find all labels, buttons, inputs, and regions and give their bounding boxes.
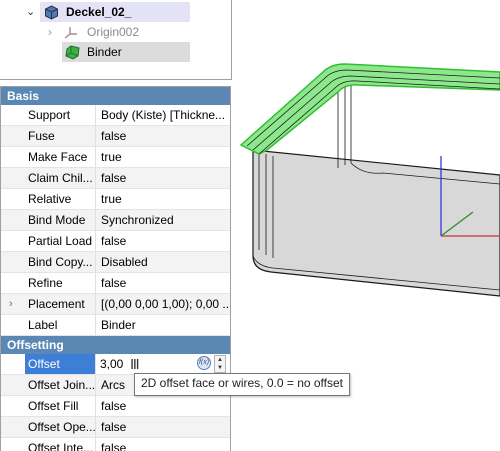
property-row-relative[interactable]: Relative true: [1, 189, 230, 210]
property-row-partial-load[interactable]: Partial Load false: [1, 231, 230, 252]
property-value[interactable]: Synchronized: [97, 210, 228, 230]
property-value[interactable]: true: [97, 189, 228, 209]
group-header-basis: Basis: [1, 87, 230, 105]
property-name: Support: [25, 105, 96, 125]
property-row-bind-copy[interactable]: Bind Copy... Disabled: [1, 252, 230, 273]
tree-item-label: Binder: [87, 45, 122, 59]
chevron-right-icon[interactable]: ›: [48, 22, 52, 42]
property-name: Offset Ope...: [25, 417, 96, 437]
property-name: Bind Mode: [25, 210, 96, 230]
property-editor: Basis Support Body (Kiste) [Thickne... Fu…: [0, 86, 231, 451]
tree-item-binder[interactable]: Binder: [0, 42, 190, 62]
property-value[interactable]: false: [97, 417, 228, 437]
property-name: Offset Fill: [25, 396, 96, 416]
property-value[interactable]: Binder: [97, 315, 228, 335]
property-value[interactable]: false: [97, 273, 228, 293]
property-row-refine[interactable]: Refine false: [1, 273, 230, 294]
property-value[interactable]: false: [97, 396, 228, 416]
property-value[interactable]: Body (Kiste) [Thickne...: [97, 105, 228, 125]
property-row-offset-intersection[interactable]: Offset Inte... false: [1, 438, 230, 451]
property-row-make-face[interactable]: Make Face true: [1, 147, 230, 168]
property-row-offset[interactable]: Offset Ⅲ f(x) ▲ ▼: [1, 354, 230, 375]
property-row-offset-fill[interactable]: Offset Fill false: [1, 396, 230, 417]
property-name: Fuse: [25, 126, 96, 146]
property-row-label[interactable]: Label Binder: [1, 315, 230, 336]
property-name: Label: [25, 315, 96, 335]
model-tree: ⌄ Deckel_02_ › Origin002 Binder: [0, 0, 232, 80]
text-cursor-icon: Ⅲ: [130, 356, 140, 372]
offset-input[interactable]: [97, 354, 193, 374]
property-row-bind-mode[interactable]: Bind Mode Synchronized: [1, 210, 230, 231]
property-name: Offset Inte...: [25, 438, 96, 451]
spin-down-icon[interactable]: ▼: [217, 364, 223, 372]
origin-icon: [64, 27, 77, 39]
property-value[interactable]: true: [97, 147, 228, 167]
property-name: Partial Load: [25, 231, 96, 251]
tree-item-label: Deckel_02_: [66, 5, 132, 19]
property-row-claim-children[interactable]: Claim Chil... false: [1, 168, 230, 189]
property-name: Refine: [25, 273, 96, 293]
property-name: Make Face: [25, 147, 96, 167]
property-name: Placement: [25, 294, 96, 314]
property-value[interactable]: false: [97, 231, 228, 251]
property-name: Offset Join...: [25, 375, 96, 395]
chevron-down-icon[interactable]: ⌄: [26, 2, 35, 22]
tree-item-deckel[interactable]: ⌄ Deckel_02_: [0, 2, 190, 22]
property-value[interactable]: [(0,00 0,00 1,00); 0,00 ...: [97, 294, 228, 314]
property-row-fuse[interactable]: Fuse false: [1, 126, 230, 147]
binder-icon: [65, 45, 80, 60]
property-row-placement[interactable]: › Placement [(0,00 0,00 1,00); 0,00 ...: [1, 294, 230, 315]
property-value[interactable]: false: [97, 168, 228, 188]
property-name: Claim Chil...: [25, 168, 96, 188]
property-value[interactable]: Disabled: [97, 252, 228, 272]
property-name: Bind Copy...: [25, 252, 96, 272]
spin-buttons[interactable]: ▲ ▼: [214, 355, 226, 373]
group-header-offsetting: Offsetting: [1, 336, 230, 354]
property-value[interactable]: false: [97, 438, 228, 451]
tree-item-label: Origin002: [87, 25, 140, 39]
property-value[interactable]: false: [97, 126, 228, 146]
property-name: Offset: [25, 354, 96, 374]
tree-item-origin[interactable]: › Origin002: [0, 22, 190, 42]
offset-tooltip: 2D offset face or wires, 0.0 = no offset: [134, 373, 351, 396]
chevron-right-icon[interactable]: ›: [9, 294, 13, 314]
property-name: Relative: [25, 189, 96, 209]
spin-up-icon[interactable]: ▲: [217, 356, 223, 364]
expression-icon[interactable]: f(x): [197, 356, 211, 370]
property-row-support[interactable]: Support Body (Kiste) [Thickne...: [1, 105, 230, 126]
property-row-offset-open[interactable]: Offset Ope... false: [1, 417, 230, 438]
body-icon: [45, 5, 58, 20]
